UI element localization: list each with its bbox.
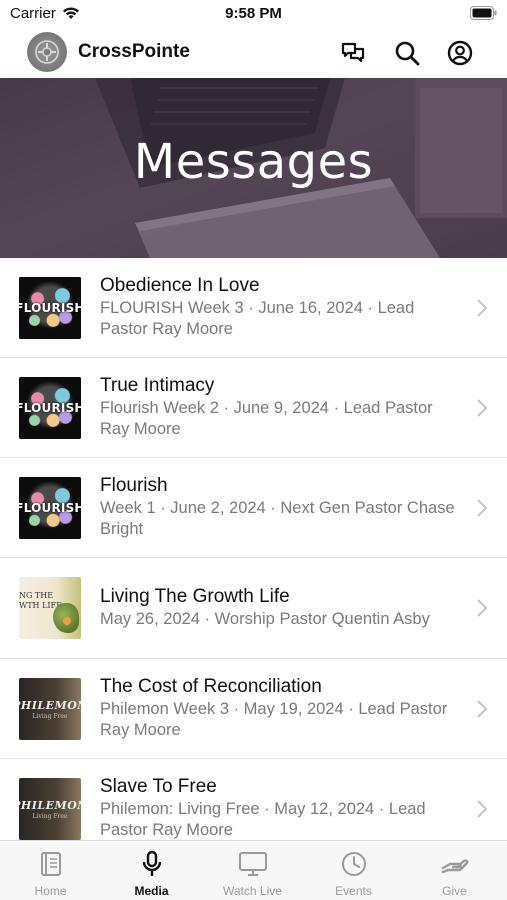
hand-icon [441, 859, 468, 874]
thumbnail-text: PHILEMON [19, 798, 81, 812]
thumbnail-text: FLOURISH [19, 501, 81, 515]
message-thumbnail: NG THE WTH LIFE [19, 577, 81, 639]
nav-bar: CrossPointe [0, 28, 507, 78]
message-title: Flourish [100, 475, 168, 496]
hero-banner: Messages [0, 78, 507, 258]
message-thumbnail: PHILEMON Living Free [19, 678, 81, 740]
list-item[interactable]: FLOURISH True Intimacy Flourish Week 2 ·… [0, 358, 507, 458]
tab-label: Events [335, 884, 372, 898]
message-title: Slave To Free [100, 776, 217, 797]
message-title: The Cost of Reconciliation [100, 676, 322, 697]
book-icon [40, 852, 61, 876]
message-thumbnail: FLOURISH [19, 377, 81, 439]
message-subtitle: Week 1 · June 2, 2024 · Next Gen Pastor … [100, 499, 455, 538]
tab-give[interactable]: Give [404, 841, 505, 900]
list-item[interactable]: PHILEMON Living Free The Cost of Reconci… [0, 659, 507, 759]
message-subtitle: Flourish Week 2 · June 9, 2024 · Lead Pa… [100, 399, 433, 438]
chevron-right-icon [477, 800, 488, 818]
messages-list: FLOURISH Obedience In Love FLOURISH Week… [0, 258, 507, 859]
logo-icon [35, 40, 59, 64]
thumbnail-text: PHILEMON [19, 698, 81, 712]
thumbnail-text: FLOURISH [19, 401, 81, 415]
chevron-right-icon [477, 299, 488, 317]
thumbnail-text: FLOURISH [19, 301, 81, 315]
list-item[interactable]: NG THE WTH LIFE Living The Growth Life Ma… [0, 558, 507, 659]
message-subtitle: Philemon Week 3 · May 19, 2024 · Lead Pa… [100, 700, 448, 739]
thumbnail-subtext: Living Free [32, 812, 68, 820]
list-item[interactable]: FLOURISH Flourish Week 1 · June 2, 2024 … [0, 458, 507, 558]
message-subtitle: May 26, 2024 · Worship Pastor Quentin As… [100, 610, 430, 628]
tab-label: Home [34, 884, 67, 898]
message-title: Living The Growth Life [100, 586, 290, 607]
monitor-icon [238, 852, 267, 876]
tab-events[interactable]: Events [303, 841, 404, 900]
message-title: True Intimacy [100, 375, 215, 396]
battery-icon [470, 6, 497, 25]
tab-label: Watch Live [223, 884, 282, 898]
chat-icon[interactable] [338, 38, 368, 68]
clock: 9:58 PM [225, 5, 282, 22]
page-title: Messages [133, 134, 374, 190]
search-icon[interactable] [392, 38, 422, 68]
message-subtitle: FLOURISH Week 3 · June 16, 2024 · Lead P… [100, 299, 415, 338]
message-thumbnail: FLOURISH [19, 477, 81, 539]
microphone-icon [142, 850, 161, 876]
message-thumbnail: FLOURISH [19, 277, 81, 339]
app-title: CrossPointe [78, 41, 190, 62]
clock-icon [341, 852, 366, 876]
tab-media[interactable]: Media [101, 841, 202, 900]
list-item[interactable]: FLOURISH Obedience In Love FLOURISH Week… [0, 258, 507, 358]
message-subtitle: Philemon: Living Free · May 12, 2024 · L… [100, 800, 426, 839]
tab-bar: Home Media Watch Live Events Give [0, 840, 507, 900]
church-logo[interactable] [27, 32, 67, 72]
tab-label: Give [442, 884, 467, 898]
chevron-right-icon [477, 499, 488, 517]
account-icon[interactable] [445, 38, 475, 68]
message-thumbnail: PHILEMON Living Free [19, 778, 81, 840]
status-bar: Carrier 9:58 PM [0, 0, 507, 28]
chevron-right-icon [477, 599, 488, 617]
message-title: Obedience In Love [100, 275, 260, 296]
chevron-right-icon [477, 700, 488, 718]
chevron-right-icon [477, 399, 488, 417]
tab-label: Media [134, 884, 169, 898]
tab-watch-live[interactable]: Watch Live [202, 841, 303, 900]
tab-home[interactable]: Home [0, 841, 101, 900]
thumbnail-subtext: Living Free [32, 712, 68, 720]
